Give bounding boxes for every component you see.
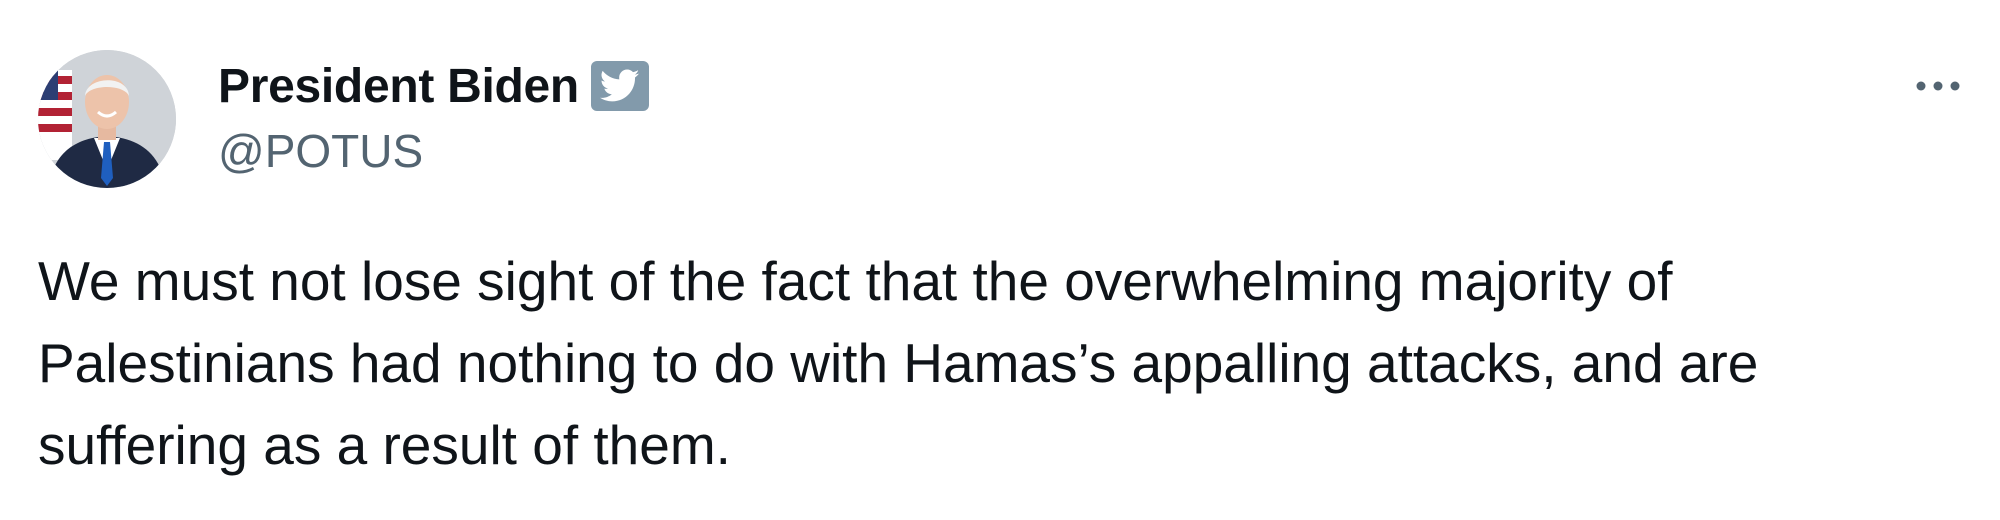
tweet-text: We must not lose sight of the fact that … xyxy=(38,240,1978,486)
tweet-card: President Biden @POTUS We must not lose … xyxy=(0,0,2000,520)
tweet-text-line: Palestinians had nothing to do with Hama… xyxy=(38,332,1759,394)
president-portrait-icon xyxy=(38,50,176,188)
author-name-row[interactable]: President Biden xyxy=(218,56,649,116)
bird-icon xyxy=(599,69,640,102)
tweet-text-line: suffering as a result of them. xyxy=(38,414,731,476)
tweet-text-line: We must not lose sight of the fact that … xyxy=(38,250,1673,312)
author-handle[interactable]: @POTUS xyxy=(218,124,423,178)
more-options-button[interactable] xyxy=(1908,66,1968,106)
avatar[interactable] xyxy=(38,50,176,188)
author-display-name[interactable]: President Biden xyxy=(218,59,579,114)
government-verified-badge-icon[interactable] xyxy=(590,61,649,111)
more-options-icon xyxy=(1916,81,1960,91)
